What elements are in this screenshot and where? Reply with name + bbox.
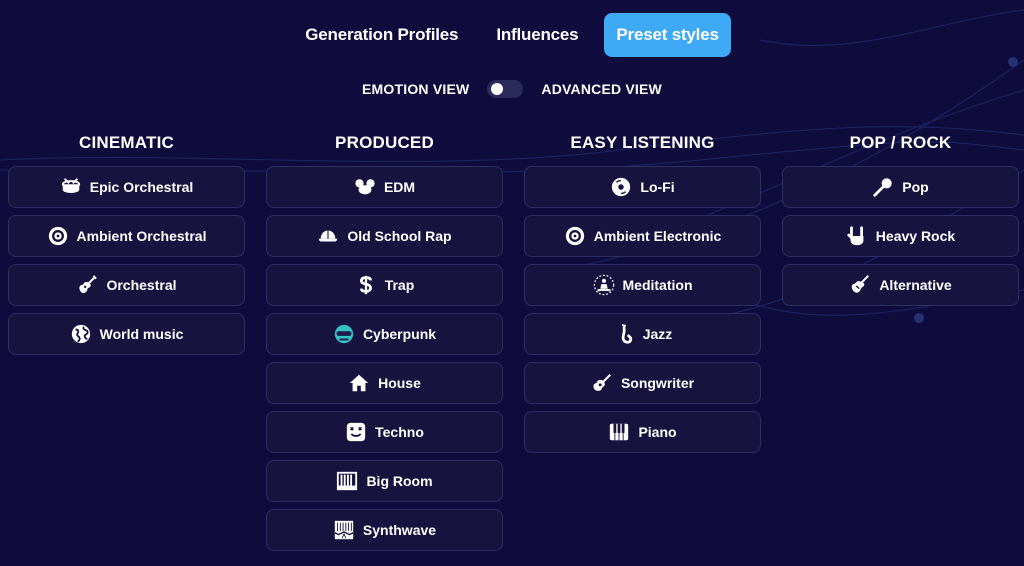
guitar-icon <box>76 274 98 296</box>
mouse-head-icon <box>354 176 376 198</box>
style-button-label: EDM <box>383 179 416 195</box>
style-columns: CINEMATIC Epic Orchestral Ambient Orchestr… <box>8 128 1019 558</box>
style-button-edm[interactable]: EDM <box>266 166 503 208</box>
style-button-label: Songwriter <box>620 375 695 391</box>
dollar-icon <box>355 274 377 296</box>
style-button-label: Ambient Orchestral <box>76 228 207 244</box>
view-toggle-row: EMOTION VIEW ADVANCED VIEW <box>0 80 1024 98</box>
electric-guitar-icon <box>849 274 871 296</box>
column-title: PRODUCED <box>335 133 434 152</box>
style-button-label: House <box>378 375 421 391</box>
style-button-house[interactable]: House <box>266 362 503 404</box>
tab-preset-styles[interactable]: Preset styles <box>604 13 731 57</box>
toggle-knob <box>491 83 504 95</box>
column-pop-rock: POP / ROCK Pop Heavy Rock Alternative <box>782 128 1019 558</box>
cap-icon <box>317 225 339 247</box>
style-button-pop[interactable]: Pop <box>782 166 1019 208</box>
style-button-orchestral[interactable]: Orchestral <box>8 264 245 306</box>
style-button-label: Piano <box>638 424 677 440</box>
style-button-label: Alternative <box>879 277 952 293</box>
style-button-old-school-rap[interactable]: Old School Rap <box>266 215 503 257</box>
style-button-label: Ambient Electronic <box>593 228 722 244</box>
style-button-synthwave[interactable]: Synthwave <box>266 509 503 551</box>
style-button-label: Meditation <box>622 277 693 293</box>
helmet-icon <box>333 323 355 345</box>
meditation-icon <box>593 274 615 296</box>
saxophone-icon <box>613 323 635 345</box>
style-button-label: Epic Orchestral <box>89 179 194 195</box>
synthwave-icon <box>333 519 355 541</box>
style-button-ambient-orchestral[interactable]: Ambient Orchestral <box>8 215 245 257</box>
column-easy-listening: EASY LISTENING Lo-Fi Ambient Electronic Med… <box>524 128 761 558</box>
style-button-label: Old School Rap <box>347 228 452 244</box>
style-button-heavy-rock[interactable]: Heavy Rock <box>782 215 1019 257</box>
keyboard-icon <box>336 470 358 492</box>
style-button-label: World music <box>99 326 184 342</box>
style-button-label: Orchestral <box>106 277 177 293</box>
style-button-label: Trap <box>384 277 415 293</box>
drum-icon <box>60 176 82 198</box>
style-button-label: Pop <box>902 179 929 195</box>
cd-icon <box>610 176 632 198</box>
column-title: POP / ROCK <box>849 133 952 152</box>
advanced-view-label: ADVANCED VIEW <box>541 81 662 97</box>
style-button-label: Synthwave <box>362 522 437 538</box>
column-title: CINEMATIC <box>79 133 174 152</box>
style-button-piano[interactable]: Piano <box>524 411 761 453</box>
vinyl-icon <box>47 225 69 247</box>
style-button-label: Big Room <box>366 473 433 489</box>
tab-influences[interactable]: Influences <box>484 13 590 57</box>
tab-bar: Generation Profiles Influences Preset styl… <box>0 13 1024 57</box>
emotion-view-label: EMOTION VIEW <box>362 81 470 97</box>
style-button-jazz[interactable]: Jazz <box>524 313 761 355</box>
style-button-songwriter[interactable]: Songwriter <box>524 362 761 404</box>
style-button-epic-orchestral[interactable]: Epic Orchestral <box>8 166 245 208</box>
column-produced: PRODUCED EDM Old School Rap Trap Cyberpunk Ho… <box>266 128 503 558</box>
smiley-x-icon <box>345 421 367 443</box>
style-button-label: Cyberpunk <box>362 326 437 342</box>
style-button-label: Techno <box>375 424 424 440</box>
column-title: EASY LISTENING <box>570 133 715 152</box>
acoustic-guitar-icon <box>591 372 613 394</box>
piano-icon <box>608 421 630 443</box>
style-button-label: Lo-Fi <box>640 179 675 195</box>
style-button-trap[interactable]: Trap <box>266 264 503 306</box>
style-button-ambient-electronic[interactable]: Ambient Electronic <box>524 215 761 257</box>
microphone-icon <box>872 176 894 198</box>
style-button-lo-fi[interactable]: Lo-Fi <box>524 166 761 208</box>
style-button-meditation[interactable]: Meditation <box>524 264 761 306</box>
style-button-alternative[interactable]: Alternative <box>782 264 1019 306</box>
house-icon <box>348 372 370 394</box>
style-button-world-music[interactable]: World music <box>8 313 245 355</box>
style-button-label: Jazz <box>642 326 673 342</box>
view-toggle-switch[interactable] <box>487 80 524 98</box>
style-button-techno[interactable]: Techno <box>266 411 503 453</box>
style-button-cyberpunk[interactable]: Cyberpunk <box>266 313 503 355</box>
rock-hand-icon <box>846 225 868 247</box>
tab-generation-profiles[interactable]: Generation Profiles <box>293 13 470 57</box>
style-button-big-room[interactable]: Big Room <box>266 460 503 502</box>
column-cinematic: CINEMATIC Epic Orchestral Ambient Orchestr… <box>8 128 245 558</box>
vinyl-icon <box>564 225 586 247</box>
style-button-label: Heavy Rock <box>875 228 956 244</box>
globe-icon <box>70 323 92 345</box>
